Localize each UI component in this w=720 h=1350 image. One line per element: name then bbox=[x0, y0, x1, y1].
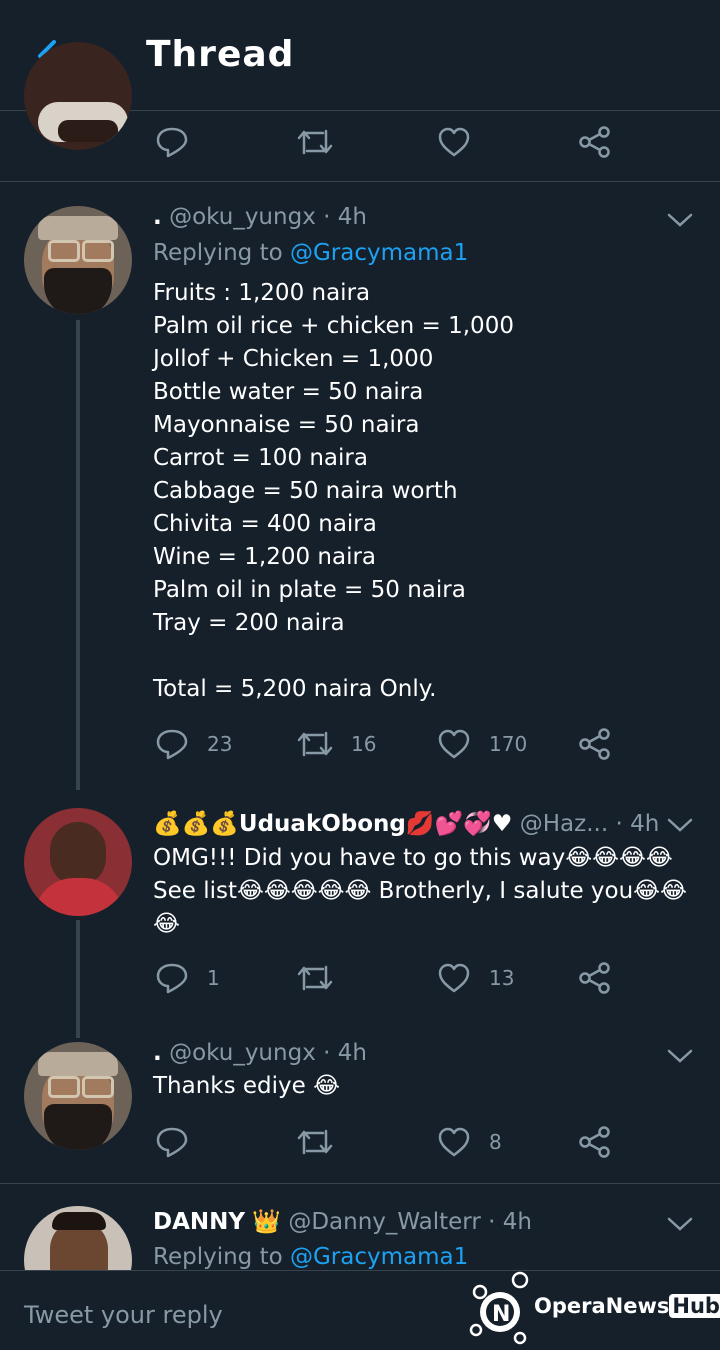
heart-icon bbox=[438, 963, 470, 993]
username[interactable]: @oku_yungx bbox=[169, 204, 316, 230]
operanews-hub-logo: N OperaNews Hub bbox=[466, 1270, 720, 1349]
reply-count: 23 bbox=[207, 732, 233, 756]
like-count: 8 bbox=[489, 1130, 502, 1154]
like-button[interactable]: 170 bbox=[437, 727, 527, 761]
operanews-wordmark: OperaNews Hub bbox=[534, 1294, 720, 1318]
thread-line bbox=[76, 320, 80, 790]
retweet-count: 16 bbox=[351, 732, 377, 756]
username[interactable]: @Danny_Walterr bbox=[288, 1209, 481, 1235]
like-count: 170 bbox=[489, 732, 528, 756]
share-icon bbox=[579, 728, 610, 760]
separator: · bbox=[315, 1040, 338, 1066]
retweet-icon bbox=[297, 965, 333, 991]
avatar[interactable] bbox=[24, 808, 132, 916]
avatar[interactable] bbox=[24, 42, 132, 150]
retweet-button[interactable] bbox=[297, 125, 333, 159]
retweet-button[interactable] bbox=[297, 961, 351, 995]
replying-handle-link[interactable]: @Gracymama1 bbox=[290, 240, 468, 266]
chevron-down-icon[interactable] bbox=[666, 1046, 694, 1066]
replying-handle-link[interactable]: @Gracymama1 bbox=[290, 1244, 468, 1270]
reply-icon bbox=[156, 729, 188, 760]
display-name[interactable]: 💰💰💰UduakObong💋💕💞♥ bbox=[153, 811, 512, 837]
timestamp: 4h bbox=[337, 1040, 367, 1066]
share-icon bbox=[579, 1126, 610, 1158]
divider bbox=[0, 181, 720, 182]
reply-icon bbox=[156, 963, 188, 994]
chevron-down-icon[interactable] bbox=[666, 210, 694, 230]
reply-input[interactable]: Tweet your reply bbox=[24, 1301, 223, 1329]
retweet-button[interactable]: 16 bbox=[297, 727, 376, 761]
retweet-icon bbox=[297, 731, 333, 757]
verified-crown-icon: 👑 bbox=[252, 1209, 281, 1235]
retweet-icon bbox=[297, 129, 333, 155]
operanews-brand: OperaNews bbox=[534, 1294, 670, 1318]
display-name[interactable]: . bbox=[153, 1040, 162, 1066]
timestamp: 4h bbox=[502, 1209, 532, 1235]
svg-text:N: N bbox=[492, 1302, 510, 1327]
display-name[interactable]: . bbox=[153, 204, 162, 230]
operanews-hub-badge: Hub bbox=[669, 1294, 720, 1318]
replying-label: Replying to bbox=[153, 240, 290, 266]
tweet-text: Fruits : 1,200 naira Palm oil rice + chi… bbox=[153, 280, 514, 702]
display-name[interactable]: DANNY bbox=[153, 1209, 245, 1235]
reply-button[interactable] bbox=[155, 1125, 207, 1159]
tweet-meta: 💰💰💰UduakObong💋💕💞♥ @Haz... · 4h bbox=[153, 810, 659, 837]
thread-line bbox=[76, 920, 80, 1038]
tweet-meta: DANNY 👑 @Danny_Walterr · 4h bbox=[153, 1208, 532, 1235]
tweet-meta: . @oku_yungx · 4h bbox=[153, 204, 367, 230]
chevron-down-icon[interactable] bbox=[666, 815, 694, 835]
reply-button[interactable]: 1 bbox=[155, 961, 220, 995]
share-button[interactable] bbox=[578, 125, 612, 159]
timestamp: 4h bbox=[630, 811, 660, 837]
chevron-down-icon[interactable] bbox=[666, 1214, 694, 1234]
heart-icon bbox=[438, 729, 470, 759]
separator: · bbox=[315, 204, 338, 230]
page-title: Thread bbox=[146, 34, 295, 75]
separator: · bbox=[480, 1209, 503, 1235]
share-icon bbox=[579, 126, 610, 158]
retweet-icon bbox=[297, 1129, 333, 1155]
username[interactable]: @Haz... bbox=[520, 811, 608, 837]
avatar[interactable] bbox=[24, 1042, 132, 1150]
username[interactable]: @oku_yungx bbox=[169, 1040, 316, 1066]
share-button[interactable] bbox=[578, 727, 612, 761]
tweet-text: Thanks ediye 😂 bbox=[153, 1073, 340, 1099]
timestamp: 4h bbox=[337, 204, 367, 230]
replying-to: Replying to @Gracymama1 bbox=[153, 240, 468, 266]
separator: · bbox=[608, 811, 631, 837]
reply-icon bbox=[156, 127, 188, 158]
tweet-text: OMG!!! Did you have to go this way😂😂😂😂 S… bbox=[153, 845, 687, 937]
reply-button[interactable] bbox=[155, 125, 207, 159]
operanews-logo-icon: N bbox=[469, 1271, 529, 1345]
replying-label: Replying to bbox=[153, 1244, 290, 1270]
heart-icon bbox=[438, 127, 470, 157]
share-icon bbox=[579, 962, 610, 994]
reply-count: 1 bbox=[207, 966, 220, 990]
heart-icon bbox=[438, 1127, 470, 1157]
like-count: 13 bbox=[489, 966, 515, 990]
divider bbox=[0, 1183, 720, 1184]
tweet-meta: . @oku_yungx · 4h bbox=[153, 1040, 367, 1066]
like-button[interactable] bbox=[437, 125, 471, 159]
avatar[interactable] bbox=[24, 206, 132, 314]
share-button[interactable] bbox=[578, 1125, 612, 1159]
retweet-button[interactable] bbox=[297, 1125, 351, 1159]
reply-icon bbox=[156, 1127, 188, 1158]
share-button[interactable] bbox=[578, 961, 612, 995]
like-button[interactable]: 8 bbox=[437, 1125, 502, 1159]
reply-button[interactable]: 23 bbox=[155, 727, 232, 761]
like-button[interactable]: 13 bbox=[437, 961, 514, 995]
replying-to: Replying to @Gracymama1 bbox=[153, 1244, 468, 1270]
